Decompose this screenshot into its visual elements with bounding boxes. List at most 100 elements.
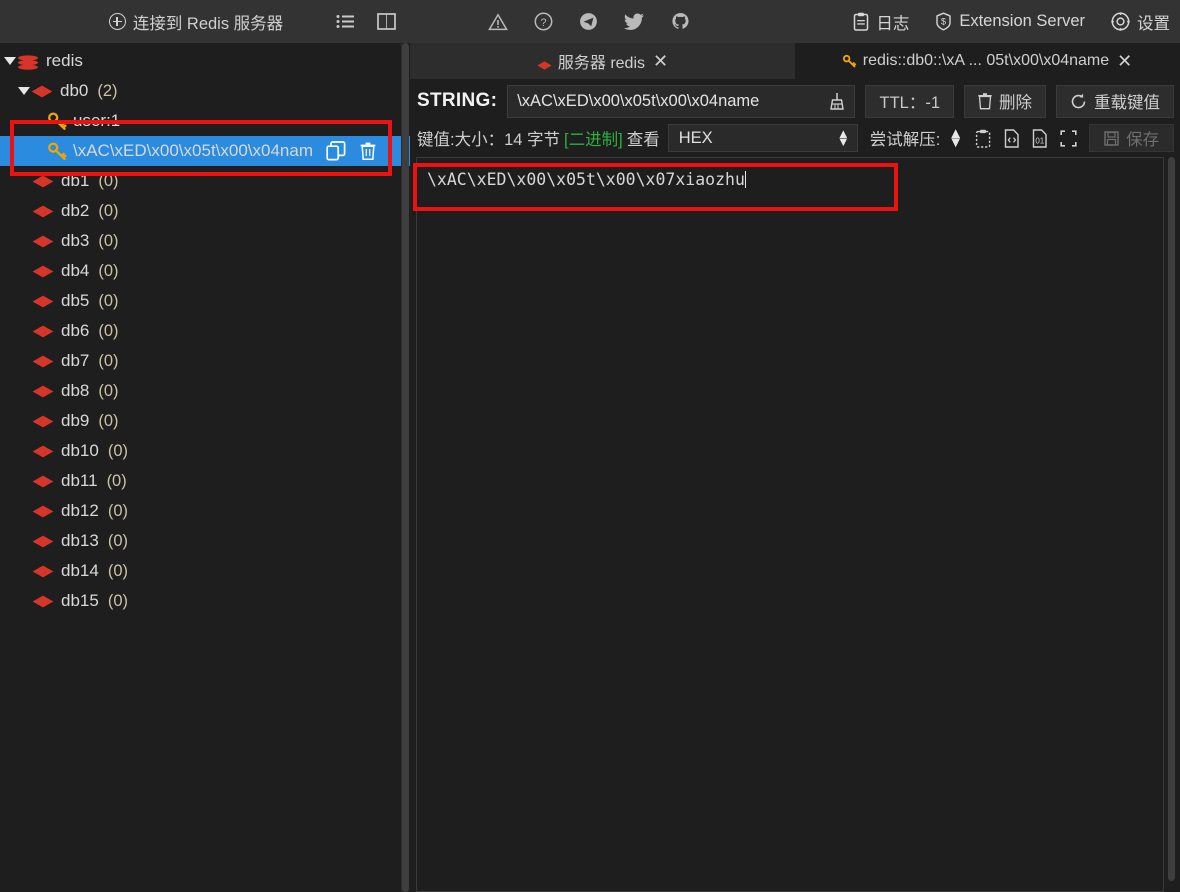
- broom-icon[interactable]: [829, 92, 845, 111]
- twitter-icon[interactable]: [624, 13, 645, 31]
- expand-caret[interactable]: [16, 87, 31, 95]
- delete-key-button[interactable]: 删除: [964, 84, 1046, 118]
- sidebar-scrollbar-thumb[interactable]: [402, 43, 409, 892]
- meta-prefix: 键值:: [417, 131, 455, 149]
- clipboard-icon[interactable]: [975, 129, 992, 148]
- tree-db-label: db14: [61, 561, 99, 580]
- database-icon: [32, 445, 54, 458]
- binary-file-icon[interactable]: 01: [1032, 128, 1048, 148]
- key-icon: [48, 112, 68, 130]
- tab-close-icon[interactable]: ✕: [653, 51, 668, 72]
- reload-label: 重载键值: [1094, 94, 1160, 112]
- view-format-select[interactable]: HEX: [667, 124, 858, 152]
- tree-db-db1[interactable]: db1 (0): [0, 166, 410, 196]
- tree-db-db15[interactable]: db15 (0): [0, 586, 410, 616]
- view-label: 查看: [626, 131, 660, 149]
- binary-tag[interactable]: [二进制]: [564, 126, 623, 150]
- settings-label: 设置: [1137, 14, 1170, 33]
- ttl-button[interactable]: TTL：-1: [865, 84, 954, 118]
- tree-db-count: (0): [98, 351, 119, 370]
- delete-key-icon[interactable]: [360, 142, 376, 161]
- tree-db-db9[interactable]: db9 (0): [0, 406, 410, 436]
- tree-db-count: (0): [98, 201, 119, 220]
- extension-server-button[interactable]: $ Extension Server: [935, 12, 1085, 31]
- view-format-value: HEX: [678, 128, 713, 147]
- tree-key-label: \xAC\xED\x00\x05t\x00\x04nam: [73, 141, 314, 160]
- top-toolbar: 连接到 Redis 服务器 ? 日志 $ Extension Server 设置: [0, 0, 1180, 43]
- tree-db-db0[interactable]: db0 (2): [0, 76, 410, 106]
- tab-0[interactable]: 服务器 redis ✕: [410, 43, 795, 79]
- key-row-actions: [326, 141, 376, 161]
- chevron-updown-icon: [837, 130, 850, 146]
- split-panel-icon[interactable]: [377, 13, 396, 30]
- github-icon[interactable]: [671, 12, 690, 31]
- trash-icon: [978, 92, 992, 110]
- tree-key-item[interactable]: user:1: [0, 106, 410, 136]
- code-file-icon[interactable]: [1004, 128, 1020, 148]
- warning-icon[interactable]: [488, 12, 508, 31]
- tree-db-label: db9: [61, 411, 90, 430]
- key-type-label: STRING:: [417, 90, 498, 111]
- plus-circle-icon: [108, 13, 126, 30]
- expand-caret[interactable]: [2, 57, 17, 65]
- value-editor[interactable]: \xAC\xED\x00\x05t\x00\x07xiaozhu: [416, 157, 1164, 892]
- database-icon: [32, 475, 54, 488]
- tree-db-count: (0): [98, 171, 119, 190]
- tree-db-db2[interactable]: db2 (0): [0, 196, 410, 226]
- tree-db-db10[interactable]: db10 (0): [0, 436, 410, 466]
- tree-db-db7[interactable]: db7 (0): [0, 346, 410, 376]
- decompress-label: 尝试解压:: [869, 131, 941, 149]
- settings-button[interactable]: 设置: [1111, 10, 1170, 34]
- tree-db-db5[interactable]: db5 (0): [0, 286, 410, 316]
- tree-db-db13[interactable]: db13 (0): [0, 526, 410, 556]
- reload-key-button[interactable]: 重载键值: [1056, 84, 1174, 118]
- tree-db-count: (0): [107, 501, 128, 520]
- save-button[interactable]: 保存: [1089, 124, 1175, 152]
- tree-key-item[interactable]: \xAC\xED\x00\x05t\x00\x04nam: [0, 136, 410, 166]
- value-editor-content[interactable]: \xAC\xED\x00\x05t\x00\x07xiaozhu: [417, 158, 1163, 189]
- clipboard-log-icon: [853, 12, 869, 31]
- size-label: 大小：: [454, 131, 505, 149]
- sidebar-scrollbar[interactable]: [402, 43, 409, 892]
- topbar-left-section: 连接到 Redis 服务器: [0, 0, 410, 43]
- database-icon: [31, 85, 53, 98]
- tab-1[interactable]: redis::db0::\xA ... 05t\x00\x04name ✕: [795, 43, 1180, 79]
- value-editor-area: \xAC\xED\x00\x05t\x00\x07xiaozhu: [410, 153, 1180, 892]
- connect-label: 连接到 Redis 服务器: [132, 14, 284, 33]
- decompress-select[interactable]: [948, 129, 963, 147]
- sidebar-view-controls: [336, 0, 396, 43]
- tree-db-label: db8: [61, 381, 90, 400]
- database-icon: [32, 535, 54, 548]
- tree-root-redis[interactable]: redis: [0, 46, 410, 76]
- tab-label: redis::db0::\xA ... 05t\x00\x04name: [862, 52, 1110, 69]
- save-disk-icon: [1104, 130, 1119, 146]
- tree-db-label: db10: [61, 441, 99, 460]
- connect-to-redis-server-button[interactable]: 连接到 Redis 服务器: [108, 10, 284, 34]
- refresh-icon: [1070, 93, 1087, 110]
- database-icon: [32, 295, 54, 308]
- tree-db-db12[interactable]: db12 (0): [0, 496, 410, 526]
- tree-db-db3[interactable]: db3 (0): [0, 226, 410, 256]
- fullscreen-icon[interactable]: [1060, 129, 1077, 147]
- tree-db-db14[interactable]: db14 (0): [0, 556, 410, 586]
- tree-db-db11[interactable]: db11 (0): [0, 466, 410, 496]
- tree-db-db6[interactable]: db6 (0): [0, 316, 410, 346]
- delete-label: 删除: [999, 94, 1032, 112]
- topbar-right-section: ? 日志 $ Extension Server 设置: [410, 0, 1180, 43]
- tab-close-icon[interactable]: ✕: [1117, 51, 1132, 72]
- telegram-icon[interactable]: [579, 12, 598, 31]
- tree-db-label: db15: [61, 591, 99, 610]
- value-editor-scrollbar[interactable]: [1164, 153, 1180, 892]
- tree-db-db4[interactable]: db4 (0): [0, 256, 410, 286]
- tree-db-db8[interactable]: db8 (0): [0, 376, 410, 406]
- tab-bar: 服务器 redis ✕ redis::db0::\xA ... 05t\x00\x0…: [410, 43, 1180, 79]
- copy-key-icon[interactable]: [326, 141, 346, 161]
- value-scrollbar-thumb[interactable]: [1168, 157, 1175, 882]
- key-name-input[interactable]: \xAC\xED\x00\x05t\x00\x04name: [507, 84, 856, 118]
- list-view-icon[interactable]: [336, 14, 355, 29]
- help-icon[interactable]: ?: [534, 12, 553, 31]
- tree-db-count: (0): [98, 231, 119, 250]
- database-icon: [32, 415, 54, 428]
- log-button[interactable]: 日志: [853, 10, 909, 34]
- extension-server-icon: $: [935, 12, 952, 31]
